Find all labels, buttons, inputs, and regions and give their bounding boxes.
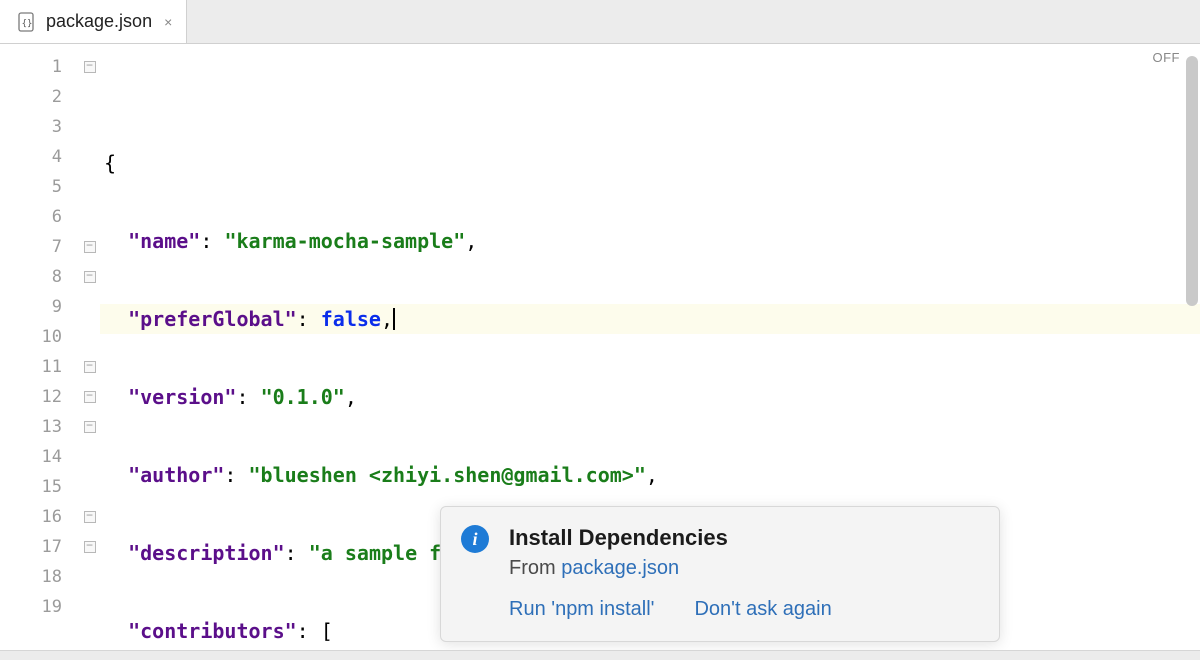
text-caret (393, 308, 395, 330)
dont-ask-again-action[interactable]: Don't ask again (694, 598, 831, 621)
line-number: 9 (0, 292, 80, 322)
svg-text:{}: {} (22, 19, 33, 29)
fold-toggle-icon[interactable] (84, 391, 96, 403)
tab-close-icon[interactable]: × (160, 14, 176, 30)
line-number: 2 (0, 82, 80, 112)
fold-toggle-icon[interactable] (84, 361, 96, 373)
notification-source-file: package.json (561, 557, 679, 579)
status-bar (0, 650, 1200, 660)
line-number: 16 (0, 502, 80, 532)
fold-toggle-icon[interactable] (84, 271, 96, 283)
line-number: 11 (0, 352, 80, 382)
run-npm-install-action[interactable]: Run 'npm install' (509, 598, 654, 621)
line-number: 18 (0, 562, 80, 592)
line-number: 10 (0, 322, 80, 352)
line-number-gutter: 1 2 3 4 5 6 7 8 9 10 11 12 13 14 15 16 1… (0, 44, 80, 650)
line-number: 15 (0, 472, 80, 502)
inspection-level-badge[interactable]: OFF (1153, 50, 1181, 65)
tab-filename: package.json (46, 11, 152, 32)
notification-subtitle: From package.json (509, 557, 977, 580)
fold-toggle-icon[interactable] (84, 241, 96, 253)
line-number: 14 (0, 442, 80, 472)
fold-toggle-icon[interactable] (84, 61, 96, 73)
info-icon: i (461, 525, 489, 553)
line-number: 3 (0, 112, 80, 142)
line-number: 12 (0, 382, 80, 412)
line-number: 4 (0, 142, 80, 172)
notification-title: Install Dependencies (509, 525, 977, 551)
fold-toggle-icon[interactable] (84, 541, 96, 553)
line-number: 7 (0, 232, 80, 262)
line-number: 5 (0, 172, 80, 202)
fold-toggle-icon[interactable] (84, 511, 96, 523)
line-number: 17 (0, 532, 80, 562)
editor-tab[interactable]: {} package.json × (0, 0, 187, 43)
line-number: 13 (0, 412, 80, 442)
line-number: 6 (0, 202, 80, 232)
fold-gutter (80, 44, 100, 650)
current-line: "preferGlobal": false, (100, 304, 1200, 334)
tab-bar: {} package.json × (0, 0, 1200, 44)
fold-toggle-icon[interactable] (84, 421, 96, 433)
line-number: 1 (0, 52, 80, 82)
line-number: 8 (0, 262, 80, 292)
json-file-icon: {} (16, 11, 38, 33)
install-dependencies-notification: i Install Dependencies From package.json… (440, 506, 1000, 642)
line-number: 19 (0, 592, 80, 622)
vertical-scrollbar[interactable] (1186, 56, 1198, 306)
